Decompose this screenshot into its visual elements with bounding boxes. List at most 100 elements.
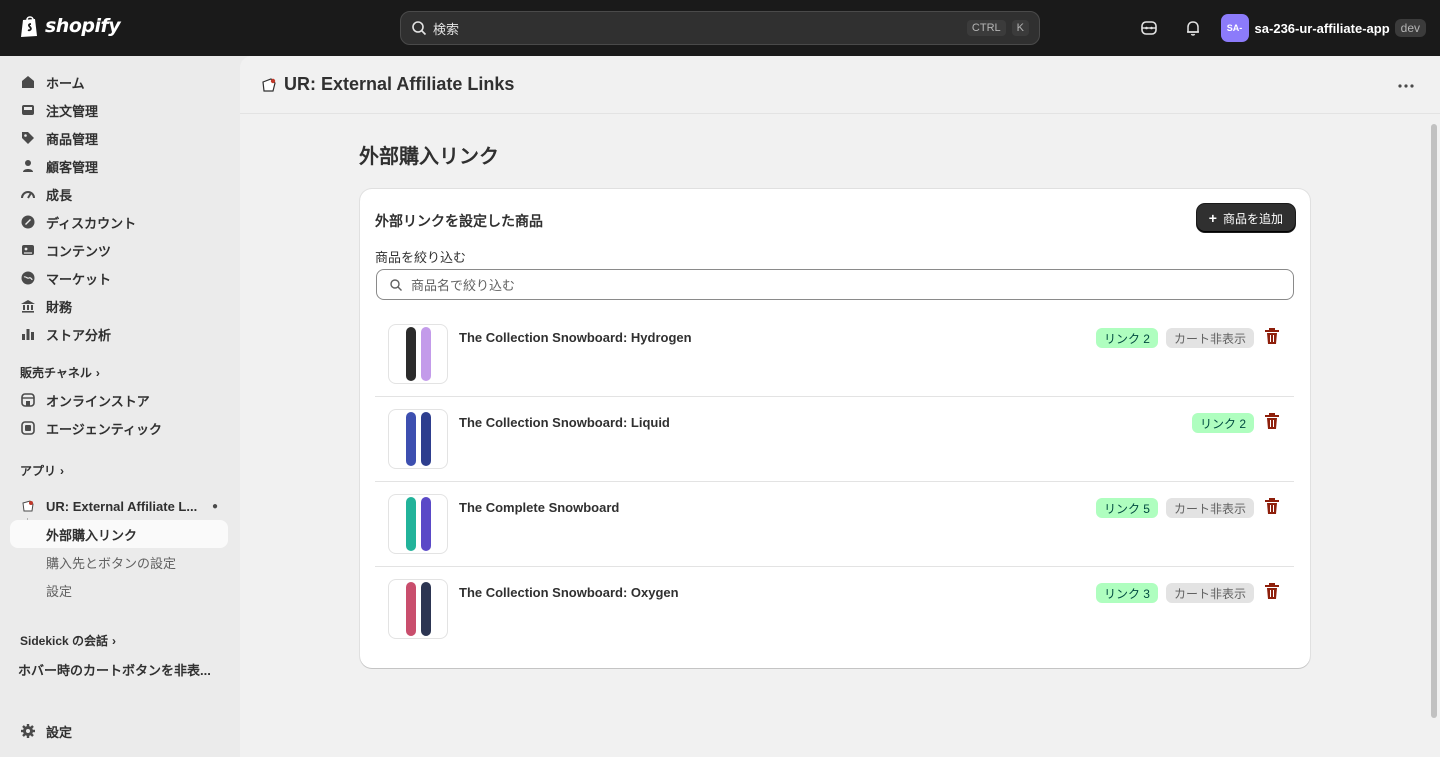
shopify-logo[interactable]: shopify: [20, 14, 121, 38]
bell-icon: [1186, 21, 1199, 36]
nav-customers[interactable]: 顧客管理: [10, 152, 228, 180]
nav-app-affiliate[interactable]: UR: External Affiliate L... ●: [10, 492, 228, 520]
links-count-badge: リンク 2: [1095, 328, 1158, 348]
store-icon: [20, 392, 36, 408]
store-name[interactable]: sa-236-ur-affiliate-app: [1255, 21, 1390, 36]
sidekick-icon: [1140, 21, 1157, 35]
agentic-icon: [20, 420, 36, 436]
nav-finance[interactable]: 財務: [10, 292, 228, 320]
shopify-bag-icon: [21, 16, 37, 37]
sidekick-button[interactable]: [1133, 13, 1165, 43]
product-name[interactable]: The Collection Snowboard: Oxygen: [459, 585, 679, 600]
sidekick-heading[interactable]: Sidekick の会話 ›: [20, 632, 116, 649]
nav-home[interactable]: ホーム: [10, 68, 228, 96]
links-count-badge: リンク 3: [1095, 583, 1158, 603]
badge-group: リンク 5 カート非表示: [1095, 498, 1254, 518]
shortcut-k: K: [1011, 20, 1029, 36]
sales-channels-heading[interactable]: 販売チャネル ›: [20, 364, 100, 381]
card-title: 外部リンクを設定した商品: [375, 213, 543, 229]
product-row[interactable]: The Collection Snowboard: Liquid リンク 2: [375, 397, 1294, 482]
nav-label: 財務: [46, 299, 73, 315]
nav-markets[interactable]: マーケット: [10, 264, 228, 292]
product-thumbnail: [388, 579, 448, 639]
nav-products[interactable]: 商品管理: [10, 124, 228, 152]
nav-agentic[interactable]: エージェンティック: [10, 414, 228, 442]
sidekick-conversation[interactable]: ホバー時のカートボタンを非表...: [18, 660, 211, 679]
product-name[interactable]: The Complete Snowboard: [459, 500, 619, 515]
search-icon: [412, 21, 427, 36]
nav-app-settings[interactable]: 設定: [10, 576, 228, 604]
nav-external-links[interactable]: 外部購入リンク: [10, 520, 228, 548]
cart-hidden-badge: カート非表示: [1165, 583, 1254, 603]
heading-label: アプリ: [20, 464, 57, 478]
bar-chart-icon: [20, 326, 36, 342]
nav-online-store[interactable]: オンラインストア: [10, 386, 228, 414]
top-right-controls: SA- sa-236-ur-affiliate-app dev: [1121, 13, 1426, 43]
nav-discounts[interactable]: ディスカウント: [10, 208, 228, 236]
nav-growth[interactable]: 成長: [10, 180, 228, 208]
nav-orders[interactable]: 注文管理: [10, 96, 228, 124]
gear-icon: [20, 723, 36, 739]
nav-label: マーケット: [46, 271, 112, 287]
nav-label: 設定: [46, 583, 73, 599]
nav-analytics[interactable]: ストア分析: [10, 320, 228, 348]
delete-icon[interactable]: [1264, 497, 1280, 515]
app-icon: [20, 498, 36, 514]
nav-label: UR: External Affiliate L...: [46, 498, 198, 514]
app-title: UR: External Affiliate Links: [284, 74, 515, 94]
badge-group: リンク 3 カート非表示: [1095, 583, 1254, 603]
product-thumbnail: [388, 494, 448, 554]
nav-label: 成長: [46, 187, 73, 203]
main-content: UR: External Affiliate Links 外部購入リンク 外部リ…: [240, 56, 1440, 757]
nav-content[interactable]: コンテンツ: [10, 236, 228, 264]
chevron-right-icon: ›: [112, 633, 117, 648]
app-icon: [262, 77, 276, 92]
nav-label: 顧客管理: [46, 159, 99, 175]
search-icon: [390, 278, 402, 291]
product-name[interactable]: The Collection Snowboard: Liquid: [459, 415, 670, 430]
snowboard-image: [420, 582, 431, 636]
filter-label: 商品を絞り込む: [375, 250, 467, 265]
search-bar[interactable]: 検索 CTRL K: [400, 11, 1040, 45]
delete-icon[interactable]: [1264, 582, 1280, 600]
product-row[interactable]: The Collection Snowboard: Hydrogen リンク 2…: [375, 312, 1294, 397]
nav-destination-settings[interactable]: 購入先とボタンの設定: [10, 548, 228, 576]
tag-icon: [20, 130, 36, 146]
chevron-right-icon: ›: [60, 463, 65, 478]
store-avatar[interactable]: SA-: [1220, 14, 1249, 42]
plus-icon: +: [1208, 210, 1217, 226]
product-row[interactable]: The Collection Snowboard: Oxygen リンク 3 カ…: [375, 567, 1294, 652]
nav-label: ストア分析: [46, 327, 112, 343]
products-card: 外部リンクを設定した商品 + 商品を追加 商品を絞り込む 商品名で絞り込む Th…: [360, 189, 1310, 668]
notifications-button[interactable]: [1177, 13, 1209, 43]
page-title: 外部購入リンク: [359, 146, 499, 168]
shortcut-ctrl: CTRL: [966, 20, 1006, 36]
snowboard-image: [420, 412, 431, 466]
product-name[interactable]: The Collection Snowboard: Hydrogen: [459, 330, 692, 345]
nav-label: 商品管理: [46, 131, 99, 147]
nav-label: 設定: [46, 724, 73, 740]
snowboard-image: [405, 412, 416, 466]
delete-icon[interactable]: [1264, 327, 1280, 345]
delete-icon[interactable]: [1264, 412, 1280, 430]
scrollbar[interactable]: [1431, 124, 1437, 718]
snowboard-image: [405, 327, 416, 381]
top-bar: shopify 検索 CTRL K SA- sa-236-ur-affiliat…: [0, 0, 1440, 56]
brand-wordmark: shopify: [45, 15, 121, 37]
more-actions-icon[interactable]: [1396, 76, 1416, 96]
snowboard-image: [420, 327, 431, 381]
product-filter-input[interactable]: 商品名で絞り込む: [376, 269, 1294, 300]
nav-label: 注文管理: [46, 103, 99, 119]
product-row[interactable]: The Complete Snowboard リンク 5 カート非表示: [375, 482, 1294, 567]
pin-dot-icon: ●: [211, 500, 218, 512]
globe-icon: [20, 270, 36, 286]
snowboard-image: [420, 497, 431, 551]
badge-group: リンク 2: [1191, 413, 1254, 433]
links-count-badge: リンク 5: [1095, 498, 1158, 518]
add-product-button[interactable]: + 商品を追加: [1196, 204, 1295, 232]
nav-settings[interactable]: 設定: [10, 717, 228, 745]
person-icon: [20, 158, 36, 174]
apps-heading[interactable]: アプリ ›: [20, 462, 64, 479]
nav-label: ディスカウント: [46, 215, 137, 231]
content-icon: [20, 242, 36, 258]
